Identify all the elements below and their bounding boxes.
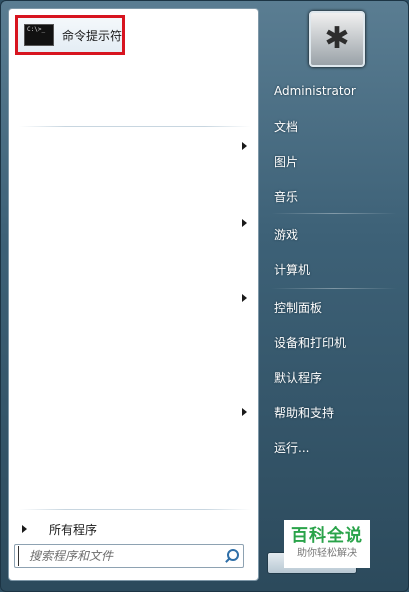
watermark-logo: 百科全说 助你轻松解决	[284, 520, 370, 568]
divider	[271, 288, 397, 289]
right-item-games[interactable]: 游戏	[267, 220, 399, 248]
divider	[19, 126, 251, 127]
right-item-default-programs[interactable]: 默认程序	[267, 363, 399, 391]
pinned-item-command-prompt[interactable]: C:\>_ 命令提示符	[15, 15, 125, 55]
divider	[19, 509, 251, 510]
programs-pane: C:\>_ 命令提示符 所有程序	[8, 8, 259, 581]
right-item-pictures[interactable]: 图片	[267, 147, 399, 175]
search-input[interactable]	[18, 546, 221, 566]
submenu-arrow-icon[interactable]	[242, 294, 247, 302]
right-item-music[interactable]: 音乐	[267, 182, 399, 210]
watermark-subtitle: 助你轻松解决	[297, 548, 357, 559]
divider	[271, 213, 397, 214]
search-box[interactable]	[14, 544, 244, 568]
search-icon[interactable]	[221, 546, 243, 566]
start-menu: C:\>_ 命令提示符 所有程序 ✱ Administrator 文档 图片 音…	[0, 0, 409, 592]
submenu-arrow-icon[interactable]	[242, 142, 247, 150]
all-programs-label: 所有程序	[49, 522, 98, 537]
submenu-arrow-icon[interactable]	[242, 408, 247, 416]
command-prompt-icon: C:\>_	[24, 24, 54, 46]
submenu-arrow-icon[interactable]	[242, 219, 247, 227]
pinned-item-label: 命令提示符	[62, 28, 123, 43]
watermark-title: 百科全说	[291, 526, 363, 546]
right-item-computer[interactable]: 计算机	[267, 255, 399, 283]
all-programs-button[interactable]: 所有程序	[19, 518, 251, 540]
right-item-help-support[interactable]: 帮助和支持	[267, 398, 399, 426]
expand-arrow-icon	[22, 525, 27, 533]
avatar-icon: ✱	[324, 21, 350, 56]
user-name-link[interactable]: Administrator	[267, 77, 399, 105]
user-avatar[interactable]: ✱	[309, 11, 365, 67]
right-item-control-panel[interactable]: 控制面板	[267, 293, 399, 321]
right-item-devices-printers[interactable]: 设备和打印机	[267, 328, 399, 356]
right-item-documents[interactable]: 文档	[267, 112, 399, 140]
right-item-run[interactable]: 运行...	[267, 433, 399, 461]
